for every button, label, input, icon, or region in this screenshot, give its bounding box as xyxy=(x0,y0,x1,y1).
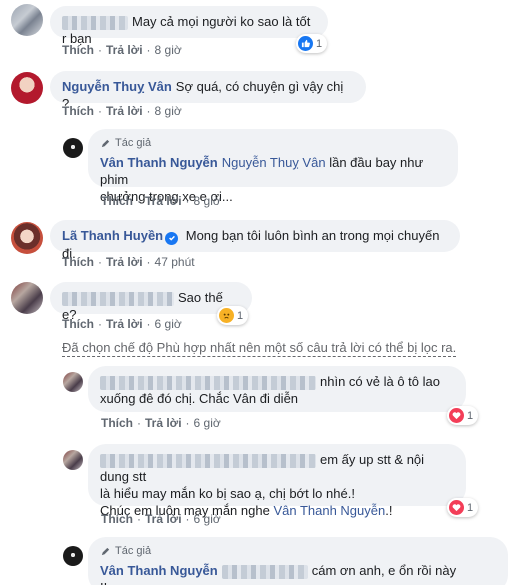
mention-link[interactable]: Vân Thanh Nguyễn xyxy=(273,503,385,518)
comment-author[interactable]: Lã Thanh Huyền xyxy=(62,228,179,245)
blurred-name[interactable] xyxy=(100,453,316,468)
filter-notice-link[interactable]: Đã chọn chế độ Phù hợp nhất nên một số c… xyxy=(62,340,457,357)
timestamp[interactable]: 6 giờ xyxy=(155,317,182,331)
blurred-name[interactable] xyxy=(100,375,316,390)
avatar[interactable] xyxy=(63,372,83,392)
comment-actions: Thích · Trả lời · 8 giờ xyxy=(62,104,182,118)
comment-bubble: Lã Thanh Huyền Mong bạn tôi luôn bình an… xyxy=(50,220,460,261)
reply-link[interactable]: Trả lời xyxy=(145,416,182,430)
love-reaction-icon xyxy=(449,500,464,515)
comment-actions: Thích · Trả lời · 6 giờ xyxy=(101,512,221,526)
pen-icon xyxy=(101,139,110,148)
comment-text: cám ơn anh, e ổn rồi này xyxy=(311,563,457,578)
comment-text: là hiểu may mắn ko bị sao ạ, chị bớt lo … xyxy=(100,486,355,501)
like-link[interactable]: Thích xyxy=(62,104,94,118)
comment-bubble: Nguyễn Thuỵ Vân Sợ quá, có chuyện gì vậy … xyxy=(50,71,366,111)
avatar[interactable] xyxy=(11,282,43,314)
blurred-name[interactable] xyxy=(221,564,308,579)
avatar[interactable] xyxy=(11,222,43,254)
comment-actions: Thích · Trả lời · 6 giờ xyxy=(62,317,182,331)
timestamp[interactable]: 8 giờ xyxy=(194,194,221,208)
avatar[interactable] xyxy=(11,4,43,36)
comment-author[interactable]: Nguyễn Thuỵ Vân xyxy=(62,79,172,94)
like-link[interactable]: Thích xyxy=(101,512,133,526)
avatar[interactable] xyxy=(63,546,83,566)
like-link[interactable]: Thích xyxy=(101,194,133,208)
comment-actions: Thích · Trả lời · 8 giờ xyxy=(101,194,221,208)
comment-author[interactable]: Vân Thanh Nguyễn xyxy=(100,155,218,170)
avatar[interactable] xyxy=(11,72,43,104)
avatar[interactable] xyxy=(63,138,83,158)
reaction-count[interactable]: 1 xyxy=(447,406,479,425)
timestamp[interactable]: 6 giờ xyxy=(194,512,221,526)
reaction-count[interactable]: 1 xyxy=(296,34,328,53)
sad-reaction-icon xyxy=(219,308,234,323)
comment-text: xuống đê đó chị. Chắc Vân đi diễn xyxy=(100,391,299,406)
reply-link[interactable]: Trả lời xyxy=(106,255,143,269)
mention-link[interactable]: Nguyễn Thuỵ Vân xyxy=(222,155,326,170)
verified-badge-icon xyxy=(165,231,179,245)
reply-link[interactable]: Trả lời xyxy=(145,194,182,208)
comment-text: !! xyxy=(100,579,496,585)
comment-actions: Thích · Trả lời · 8 giờ xyxy=(62,43,182,57)
comment-text: nhìn có vẻ là ô tô lao xyxy=(320,374,440,389)
reaction-count[interactable]: 1 xyxy=(447,498,479,517)
love-reaction-icon xyxy=(449,408,464,423)
comment-bubble: nhìn có vẻ là ô tô lao xuống đê đó chị. … xyxy=(88,366,466,412)
timestamp[interactable]: 6 giờ xyxy=(194,416,221,430)
reply-link[interactable]: Trả lời xyxy=(106,317,143,331)
reply-link[interactable]: Trả lời xyxy=(106,43,143,57)
reaction-count[interactable]: 1 xyxy=(217,306,249,325)
timestamp[interactable]: 8 giờ xyxy=(155,43,182,57)
comment-actions: Thích · Trả lời · 6 giờ xyxy=(101,416,221,430)
author-tag: Tác giả xyxy=(100,543,496,560)
comment-actions: Thích · Trả lời · 47 phút xyxy=(62,255,195,269)
reply-link[interactable]: Trả lời xyxy=(145,512,182,526)
timestamp[interactable]: 47 phút xyxy=(155,255,195,269)
reply-link[interactable]: Trả lời xyxy=(106,104,143,118)
like-link[interactable]: Thích xyxy=(62,255,94,269)
comment-author[interactable]: Vân Thanh Nguyễn xyxy=(100,563,218,578)
avatar[interactable] xyxy=(63,450,83,470)
comment-bubble: May cả mọi người ko sao là tốt r bạn xyxy=(50,6,328,46)
blurred-name[interactable] xyxy=(62,15,128,30)
like-reaction-icon xyxy=(298,36,313,51)
timestamp[interactable]: 8 giờ xyxy=(155,104,182,118)
like-link[interactable]: Thích xyxy=(101,416,133,430)
author-tag: Tác giả xyxy=(100,135,446,152)
like-link[interactable]: Thích xyxy=(62,317,94,331)
comment-bubble: Tác giả Vân Thanh Nguyễn cám ơn anh, e ổn… xyxy=(88,537,508,585)
comment-bubble: Tác giả Vân Thanh Nguyễn Nguyễn Thuỵ Vân … xyxy=(88,129,458,204)
comment-bubble: em ấy up stt & nội dung stt là hiểu may … xyxy=(88,444,466,518)
blurred-name[interactable] xyxy=(62,291,174,306)
pen-icon xyxy=(101,547,110,556)
like-link[interactable]: Thích xyxy=(62,43,94,57)
